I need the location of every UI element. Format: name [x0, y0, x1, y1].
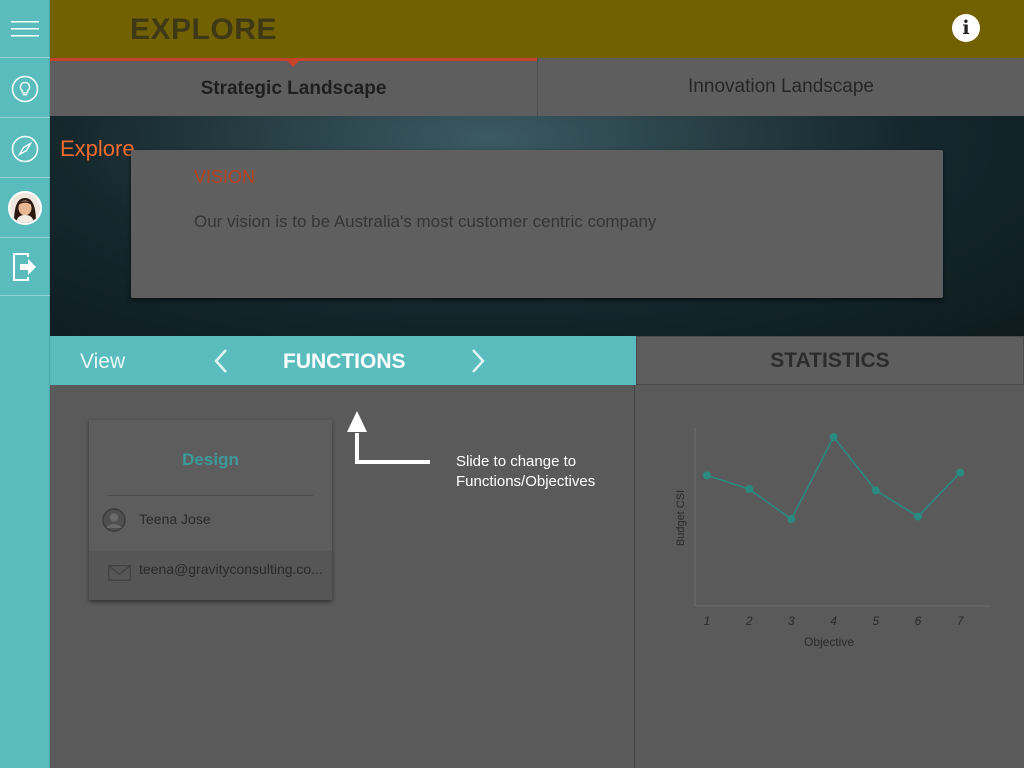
ideas-button[interactable] — [0, 60, 50, 118]
chevron-right-icon[interactable] — [470, 348, 486, 374]
menu-button[interactable] — [0, 0, 50, 58]
statistics-header: STATISTICS — [636, 336, 1024, 385]
data-point — [914, 512, 922, 521]
data-point — [956, 468, 965, 477]
x-tick-label: 4 — [830, 614, 837, 628]
vision-title: VISION — [194, 167, 256, 187]
avatar — [8, 190, 42, 225]
explore-nav-button[interactable] — [0, 120, 50, 178]
series-line — [706, 435, 961, 521]
function-title: Design — [182, 450, 239, 469]
info-icon[interactable]: i — [952, 14, 980, 42]
landscape-tabs: Strategic Landscape Innovation Landscape — [50, 58, 1024, 116]
email-icon — [108, 565, 131, 581]
sidebar — [0, 0, 50, 768]
menu-icon — [11, 20, 39, 36]
compass-icon — [11, 135, 39, 162]
x-tick-label: 3 — [788, 614, 795, 628]
data-point — [703, 471, 711, 480]
x-tick-label: 6 — [915, 614, 922, 628]
data-point — [745, 485, 754, 494]
person-name: Teena Jose — [139, 511, 211, 527]
vision-text: Our vision is to be Australia's most cus… — [194, 212, 657, 231]
logout-icon — [13, 252, 36, 281]
hint-line-2: Functions/Objectives — [456, 472, 596, 490]
person-icon — [102, 508, 126, 532]
function-card[interactable]: Design Teena Jose teena@gravityconsultin… — [89, 420, 332, 600]
current-view-label: FUNCTIONS — [283, 350, 406, 373]
tab-innovation-landscape[interactable]: Innovation Landscape — [537, 58, 1024, 116]
x-tick-label: 7 — [957, 614, 965, 628]
header-bar: EXPLORE i — [50, 0, 1024, 58]
x-tick-label: 2 — [745, 614, 753, 628]
y-axis-label: Budget CSI — [675, 490, 687, 546]
profile-button[interactable] — [0, 178, 50, 238]
data-point — [871, 486, 880, 495]
budget-csi-chart: Budget CSI Objective 1 2 3 4 5 6 7 — [675, 428, 991, 649]
tab-label: Strategic Landscape — [200, 77, 387, 99]
tab-strategic-landscape[interactable]: Strategic Landscape — [50, 58, 537, 116]
person-email: teena@gravityconsulting.co... — [139, 561, 323, 577]
data-point — [829, 433, 838, 441]
x-axis-label: Objective — [804, 635, 854, 649]
card-divider — [108, 495, 313, 496]
chevron-left-icon[interactable] — [213, 348, 229, 374]
tab-label: Innovation Landscape — [688, 76, 874, 97]
view-label: View — [80, 350, 126, 373]
view-selector: View FUNCTIONS — [50, 336, 636, 385]
logout-button[interactable] — [0, 238, 50, 296]
swipe-hint-text: Slide to change to Functions/Objectives — [456, 452, 595, 491]
hint-line-1: Slide to change to — [456, 453, 577, 470]
panel-divider — [634, 385, 635, 768]
lightbulb-icon — [11, 75, 39, 102]
vision-banner: Explore VISION Our vision is to be Austr… — [50, 116, 1024, 336]
x-tick-label: 1 — [704, 614, 711, 628]
vision-card: VISION Our vision is to be Australia's m… — [131, 150, 943, 298]
section-label: Explore — [60, 136, 135, 161]
email-row[interactable]: teena@gravityconsulting.co... — [89, 551, 332, 600]
active-tab-pointer — [286, 60, 300, 67]
statistics-title: STATISTICS — [770, 348, 890, 372]
x-tick-label: 5 — [872, 614, 879, 628]
swipe-hint-arrow-icon — [347, 411, 430, 464]
data-point — [787, 515, 796, 524]
page-title: EXPLORE — [130, 13, 277, 46]
